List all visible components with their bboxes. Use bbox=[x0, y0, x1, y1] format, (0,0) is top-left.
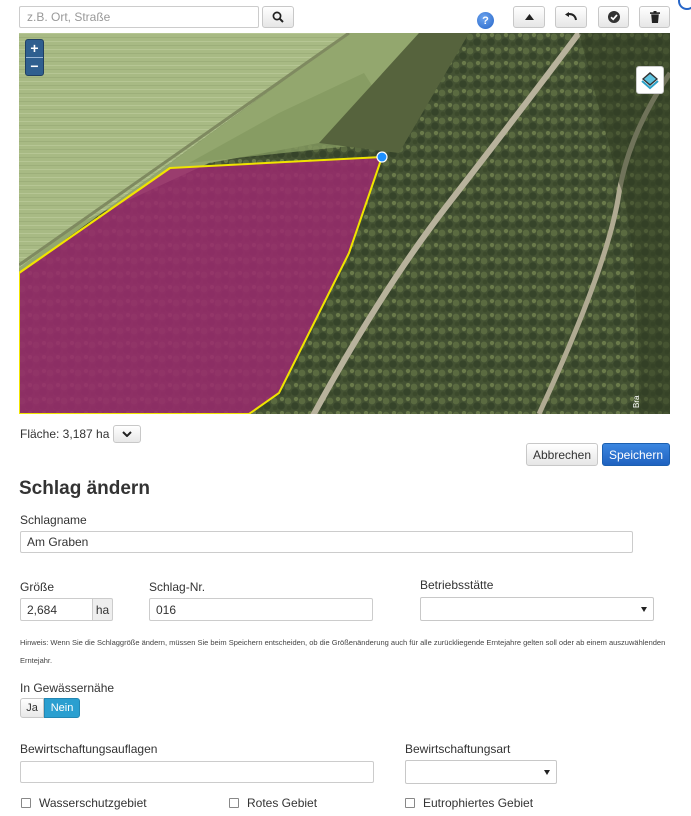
cancel-button[interactable]: Abbrechen bbox=[526, 443, 598, 466]
search-icon bbox=[272, 11, 284, 23]
layers-button[interactable] bbox=[636, 66, 664, 94]
schlagname-label: Schlagname bbox=[20, 513, 87, 527]
schlagnr-label: Schlag-Nr. bbox=[149, 580, 206, 594]
check-icon bbox=[607, 11, 620, 23]
satellite-imagery: Bra bbox=[19, 33, 670, 414]
confirm-button[interactable] bbox=[598, 6, 629, 28]
notification-badge bbox=[678, 0, 691, 10]
caret-down-icon bbox=[544, 769, 550, 775]
checkbox[interactable] bbox=[229, 798, 239, 808]
checkbox-wasserschutzgebiet[interactable]: Wasserschutzgebiet bbox=[21, 796, 147, 810]
betriebsstaette-label: Betriebsstätte bbox=[420, 578, 494, 592]
checkbox-rotes-gebiet[interactable]: Rotes Gebiet bbox=[229, 796, 317, 810]
hint-text: Hinweis: Wenn Sie die Schlaggröße ändern… bbox=[20, 638, 666, 665]
auflagen-field[interactable] bbox=[20, 761, 374, 783]
groesse-field[interactable]: 2,684 bbox=[20, 598, 93, 621]
zoom-in-button[interactable]: + bbox=[26, 40, 43, 57]
gewaesser-label: In Gewässernähe bbox=[20, 681, 115, 695]
map-view[interactable]: Bra + − bbox=[19, 33, 670, 414]
gewaesser-option-nein[interactable]: Nein bbox=[44, 698, 80, 718]
delete-button[interactable] bbox=[639, 6, 670, 28]
checkbox-label: Wasserschutzgebiet bbox=[39, 796, 147, 810]
trash-icon bbox=[649, 11, 660, 23]
checkbox[interactable] bbox=[21, 798, 31, 808]
groesse-label: Größe bbox=[20, 580, 55, 594]
search-input[interactable] bbox=[19, 6, 259, 28]
arrow-up-icon bbox=[524, 14, 534, 20]
art-select[interactable] bbox=[405, 760, 557, 784]
zoom-out-button[interactable]: − bbox=[26, 57, 43, 74]
checkbox[interactable] bbox=[405, 798, 415, 808]
undo-icon bbox=[564, 11, 577, 20]
page-title: Schlag ändern bbox=[19, 478, 150, 499]
map-label: Bra bbox=[632, 395, 641, 408]
auflagen-label: Bewirtschaftungsauflagen bbox=[20, 742, 158, 756]
move-up-button[interactable] bbox=[513, 6, 545, 28]
caret-down-icon bbox=[641, 606, 647, 612]
help-icon[interactable]: ? bbox=[477, 12, 494, 29]
area-label: Fläche: 3,187 ha bbox=[20, 427, 110, 441]
undo-button[interactable] bbox=[555, 6, 587, 28]
art-label: Bewirtschaftungsart bbox=[405, 742, 511, 756]
schlagname-field[interactable]: Am Graben bbox=[20, 531, 633, 553]
gewaesser-option-ja[interactable]: Ja bbox=[20, 698, 44, 718]
groesse-unit: ha bbox=[93, 598, 113, 621]
checkbox-label: Eutrophiertes Gebiet bbox=[423, 796, 534, 810]
area-info: Fläche: 3,187 ha bbox=[20, 425, 142, 443]
betriebsstaette-select[interactable] bbox=[420, 597, 654, 621]
schlagnr-field[interactable]: 016 bbox=[149, 598, 373, 621]
zoom-control: + − bbox=[25, 39, 44, 76]
search-button[interactable] bbox=[262, 6, 294, 28]
gewaesser-toggle: Ja Nein bbox=[20, 698, 80, 718]
chevron-down-icon bbox=[122, 431, 133, 437]
save-button[interactable]: Speichern bbox=[602, 443, 670, 466]
area-expand-button[interactable] bbox=[113, 425, 142, 443]
checkbox-eutrophiertes-gebiet[interactable]: Eutrophiertes Gebiet bbox=[405, 796, 533, 810]
checkbox-label: Rotes Gebiet bbox=[247, 796, 318, 810]
layers-icon bbox=[641, 72, 659, 90]
